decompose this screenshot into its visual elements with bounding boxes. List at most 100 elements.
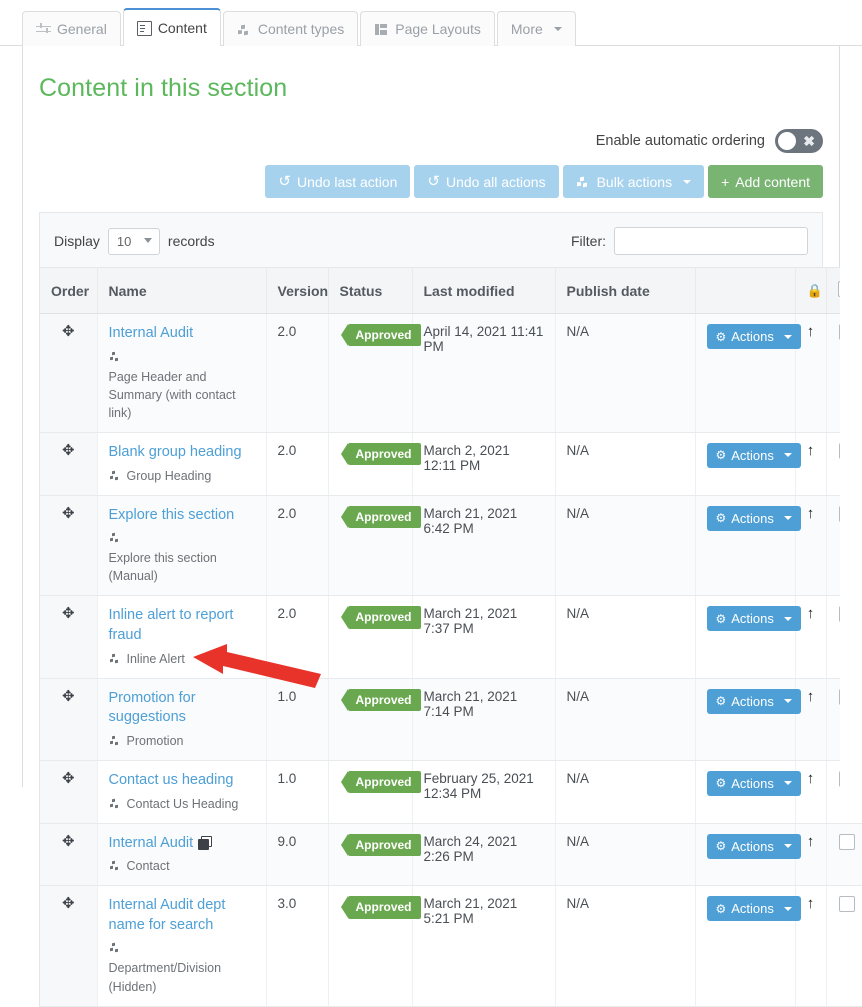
display-label: Display: [54, 233, 100, 249]
row-actions-label: Actions: [731, 447, 774, 463]
move-icon: ✥: [61, 895, 75, 913]
col-version[interactable]: Version: [266, 267, 329, 314]
content-type-label: Contact Us Heading: [108, 795, 255, 813]
row-checkbox[interactable]: [838, 896, 855, 913]
row-checkbox[interactable]: [838, 833, 855, 850]
page-size-select[interactable]: 10: [107, 227, 160, 255]
content-type-label: Contact: [108, 857, 255, 875]
tab-general-label: General: [57, 21, 107, 37]
status-badge: Approved: [340, 324, 421, 347]
row-version: 2.0: [266, 495, 329, 597]
move-up-icon[interactable]: ↑: [807, 505, 815, 522]
content-type-label: Explore this section (Manual): [108, 529, 255, 585]
content-item-link[interactable]: Internal Audit: [109, 325, 194, 341]
move-up-icon[interactable]: ↑: [807, 688, 815, 705]
content-panel: Content in this section Enable automatic…: [22, 46, 862, 1007]
col-order[interactable]: Order: [40, 267, 98, 314]
col-last-modified[interactable]: Last modified: [412, 267, 556, 314]
row-name-cell: Contact us heading Contact Us Heading: [97, 760, 267, 824]
filter-label: Filter:: [571, 233, 606, 249]
row-actions-button[interactable]: ⚙ Actions: [706, 606, 801, 632]
action-toolbar: ↺ Undo last action ↺ Undo all actions Bu…: [39, 165, 823, 198]
chevron-down-icon: [783, 699, 792, 704]
row-actions-cell: ⚙ Actions: [695, 760, 801, 824]
row-select-cell: [826, 885, 862, 1007]
gear-icon: ⚙: [715, 611, 727, 626]
add-content-button[interactable]: + Add content: [708, 165, 823, 198]
gear-icon: ⚙: [715, 694, 727, 709]
table-row: ✥ Contact us heading Contact Us Heading 1.0…: [40, 760, 862, 824]
row-name-cell: Explore this section Explore this section…: [97, 495, 267, 597]
row-actions-button[interactable]: ⚙ Actions: [706, 688, 801, 714]
table-row: ✥ Internal Audit Contact 9.0 Approved March 2…: [40, 823, 862, 887]
undo-all-actions-button[interactable]: ↺ Undo all actions: [414, 165, 559, 198]
move-up-icon[interactable]: ↑: [807, 442, 815, 459]
tab-general[interactable]: General: [22, 11, 121, 46]
content-item-link[interactable]: Promotion for suggestions: [109, 690, 196, 726]
content-item-link[interactable]: Blank group heading: [109, 444, 242, 460]
tab-page-layouts[interactable]: Page Layouts: [360, 11, 495, 46]
row-order-handle[interactable]: ✥: [40, 678, 98, 761]
row-order-handle[interactable]: ✥: [40, 313, 98, 433]
row-publish-date: N/A: [555, 432, 696, 496]
move-up-icon[interactable]: ↑: [807, 770, 815, 787]
automatic-ordering-toggle[interactable]: ✖: [775, 129, 823, 153]
row-actions-button[interactable]: ⚙ Actions: [706, 442, 801, 468]
row-actions-button[interactable]: ⚙ Actions: [706, 896, 801, 922]
row-order-handle[interactable]: ✥: [40, 760, 98, 824]
content-type-label: Inline Alert: [108, 650, 255, 668]
bulk-actions-button[interactable]: Bulk actions: [562, 165, 705, 198]
undo-icon: ↺: [427, 173, 440, 190]
row-status-cell: Approved: [328, 885, 421, 1007]
filter-input[interactable]: [614, 227, 808, 255]
content-item-link[interactable]: Inline alert to report fraud: [109, 607, 234, 643]
tab-content[interactable]: Content: [122, 8, 221, 46]
undo-last-action-label: Undo last action: [296, 173, 398, 190]
move-up-icon[interactable]: ↑: [807, 833, 815, 850]
row-last-modified: March 2, 2021 12:11 PM: [412, 432, 556, 496]
row-order-handle[interactable]: ✥: [40, 823, 98, 887]
row-actions-cell: ⚙ Actions: [695, 313, 801, 433]
toggle-knob: [778, 132, 796, 150]
tab-more[interactable]: More: [496, 11, 576, 46]
duplicate-icon[interactable]: [198, 835, 213, 850]
content-item-link[interactable]: Contact us heading: [109, 772, 234, 788]
content-item-link[interactable]: Internal Audit: [109, 835, 194, 851]
row-actions-button[interactable]: ⚙ Actions: [706, 324, 801, 349]
tab-content-types[interactable]: Content types: [222, 11, 359, 46]
move-up-icon[interactable]: ↑: [807, 605, 815, 622]
row-order-handle[interactable]: ✥: [40, 432, 98, 496]
row-order-handle[interactable]: ✥: [40, 595, 98, 679]
content-type-text: Explore this section (Manual): [108, 551, 217, 584]
move-up-icon[interactable]: ↑: [807, 895, 815, 912]
chevron-down-icon: [683, 179, 692, 184]
row-actions-button[interactable]: ⚙ Actions: [706, 833, 801, 859]
status-badge: Approved: [340, 770, 421, 794]
gear-icon: ⚙: [715, 329, 727, 344]
move-up-icon[interactable]: ↑: [807, 323, 815, 340]
row-version: 2.0: [266, 432, 329, 496]
content-table-container: Display 10 records Filter: Order Name Ve…: [39, 212, 862, 1007]
content-type-label: Promotion: [108, 732, 255, 750]
col-status[interactable]: Status: [328, 267, 413, 314]
row-actions-label: Actions: [731, 775, 774, 791]
col-lock: 🔒: [795, 267, 827, 314]
move-icon: ✥: [61, 504, 75, 522]
content-type-text: Page Header and Summary (with contact li…: [108, 369, 236, 420]
row-actions-button[interactable]: ⚙ Actions: [706, 770, 801, 796]
right-gutter: [840, 46, 862, 788]
document-icon: [136, 20, 152, 36]
records-label: records: [167, 233, 215, 249]
row-actions-button[interactable]: ⚙ Actions: [706, 505, 801, 531]
col-publish-date[interactable]: Publish date: [555, 267, 696, 314]
cubes-icon: [236, 22, 252, 37]
row-last-modified: March 21, 2021 7:37 PM: [412, 595, 556, 679]
col-name[interactable]: Name: [97, 267, 267, 314]
row-actions-label: Actions: [731, 510, 774, 526]
row-order-handle[interactable]: ✥: [40, 885, 98, 1007]
content-item-link[interactable]: Explore this section: [109, 507, 235, 523]
row-order-handle[interactable]: ✥: [40, 495, 98, 597]
content-item-link[interactable]: Internal Audit dept name for search: [109, 897, 226, 933]
chevron-down-icon: [783, 781, 792, 786]
undo-last-action-button[interactable]: ↺ Undo last action: [265, 165, 411, 198]
